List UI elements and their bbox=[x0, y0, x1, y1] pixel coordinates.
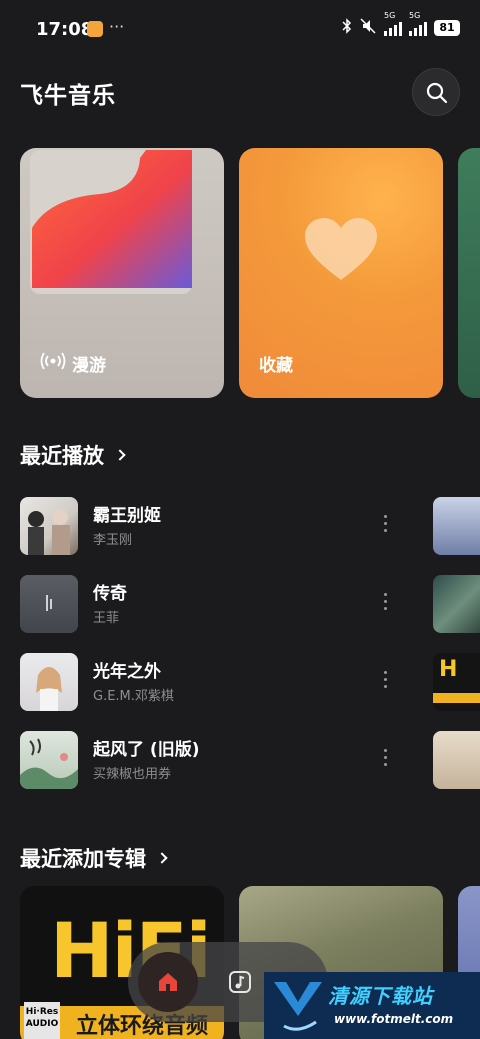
album-cover bbox=[20, 497, 78, 555]
hires-badge-bottom: AUDIO bbox=[25, 1019, 59, 1029]
favorites-card-label: 收藏 bbox=[259, 356, 293, 376]
recent-played-header[interactable]: 最近播放 bbox=[20, 440, 126, 470]
bluetooth-icon bbox=[342, 18, 352, 37]
next-column-cover[interactable] bbox=[433, 575, 480, 633]
home-icon bbox=[159, 973, 177, 991]
favorites-card[interactable]: 收藏 bbox=[239, 148, 443, 398]
next-column-cover[interactable] bbox=[433, 497, 480, 555]
song-title: 起风了 (旧版) bbox=[93, 740, 200, 760]
song-artist: 王菲 bbox=[93, 611, 120, 626]
chevron-right-icon bbox=[114, 449, 126, 461]
recent-albums-header[interactable]: 最近添加专辑 bbox=[20, 843, 168, 873]
watermark-logo bbox=[274, 982, 322, 1031]
music-note-icon bbox=[229, 971, 251, 993]
song-artist: 买辣椒也用券 bbox=[93, 767, 172, 782]
signal-icon-2: 5G bbox=[409, 11, 427, 36]
song-artist: 李玉刚 bbox=[93, 533, 133, 548]
watermark-url: www.fotmelt.com bbox=[334, 1012, 454, 1026]
hifi-mini-strip bbox=[433, 693, 480, 703]
nav-music-button[interactable] bbox=[224, 966, 256, 998]
roam-artwork bbox=[30, 150, 192, 294]
radio-wave-icon bbox=[40, 352, 66, 375]
status-time: 17:08 bbox=[36, 19, 94, 40]
song-row[interactable]: 起风了 (旧版) 买辣椒也用券 bbox=[20, 731, 400, 789]
status-more-icon: ··· bbox=[109, 17, 125, 36]
more-options-icon[interactable] bbox=[378, 593, 392, 615]
hires-badge-top: Hi·Res bbox=[25, 1007, 59, 1017]
status-bar: 17:08 ··· 5G 5G 81 bbox=[0, 0, 480, 60]
mute-icon bbox=[359, 18, 377, 37]
notification-app-icon bbox=[87, 21, 103, 37]
song-row[interactable]: 光年之外 G.E.M.邓紫棋 bbox=[20, 653, 400, 711]
song-row[interactable]: 霸王别姬 李玉刚 bbox=[20, 497, 400, 555]
roam-card[interactable]: 漫游 bbox=[20, 148, 224, 398]
search-button[interactable] bbox=[412, 68, 460, 116]
heart-icon bbox=[305, 218, 377, 280]
roam-card-label: 漫游 bbox=[72, 356, 106, 376]
song-artist: G.E.M.邓紫棋 bbox=[93, 689, 174, 704]
album-cover bbox=[20, 731, 78, 789]
roam-card-label-group: 漫游 bbox=[40, 351, 106, 376]
next-column-cover[interactable] bbox=[433, 731, 480, 789]
signal-icon-1: 5G bbox=[384, 11, 402, 36]
network-type-2: 5G bbox=[409, 10, 421, 20]
watermark-text: 清源下载站 bbox=[328, 984, 433, 1008]
search-icon bbox=[426, 82, 448, 104]
app-title: 飞牛音乐 bbox=[20, 83, 116, 109]
third-feature-card[interactable] bbox=[458, 148, 480, 398]
chevron-right-icon bbox=[156, 852, 168, 864]
song-title: 光年之外 bbox=[93, 662, 161, 682]
more-options-icon[interactable] bbox=[378, 671, 392, 693]
song-row[interactable]: 传奇 王菲 bbox=[20, 575, 400, 633]
album-cover bbox=[20, 653, 78, 711]
network-type-1: 5G bbox=[384, 10, 396, 20]
status-right-group: 5G 5G 81 bbox=[342, 11, 460, 37]
more-options-icon[interactable] bbox=[378, 515, 392, 537]
album-cover bbox=[20, 575, 78, 633]
hifi-mini-mark: H bbox=[439, 657, 458, 682]
watermark: 清源下载站 www.fotmelt.com bbox=[264, 972, 480, 1039]
next-column-cover[interactable]: H bbox=[433, 653, 480, 711]
more-options-icon[interactable] bbox=[378, 749, 392, 771]
nav-home-button[interactable] bbox=[138, 952, 198, 1012]
recent-albums-title: 最近添加专辑 bbox=[20, 847, 146, 871]
song-title: 传奇 bbox=[93, 584, 127, 604]
recent-played-title: 最近播放 bbox=[20, 444, 104, 468]
battery-indicator: 81 bbox=[434, 19, 460, 36]
song-title: 霸王别姬 bbox=[93, 506, 161, 526]
hires-audio-badge: Hi·Res AUDIO bbox=[24, 1002, 60, 1039]
